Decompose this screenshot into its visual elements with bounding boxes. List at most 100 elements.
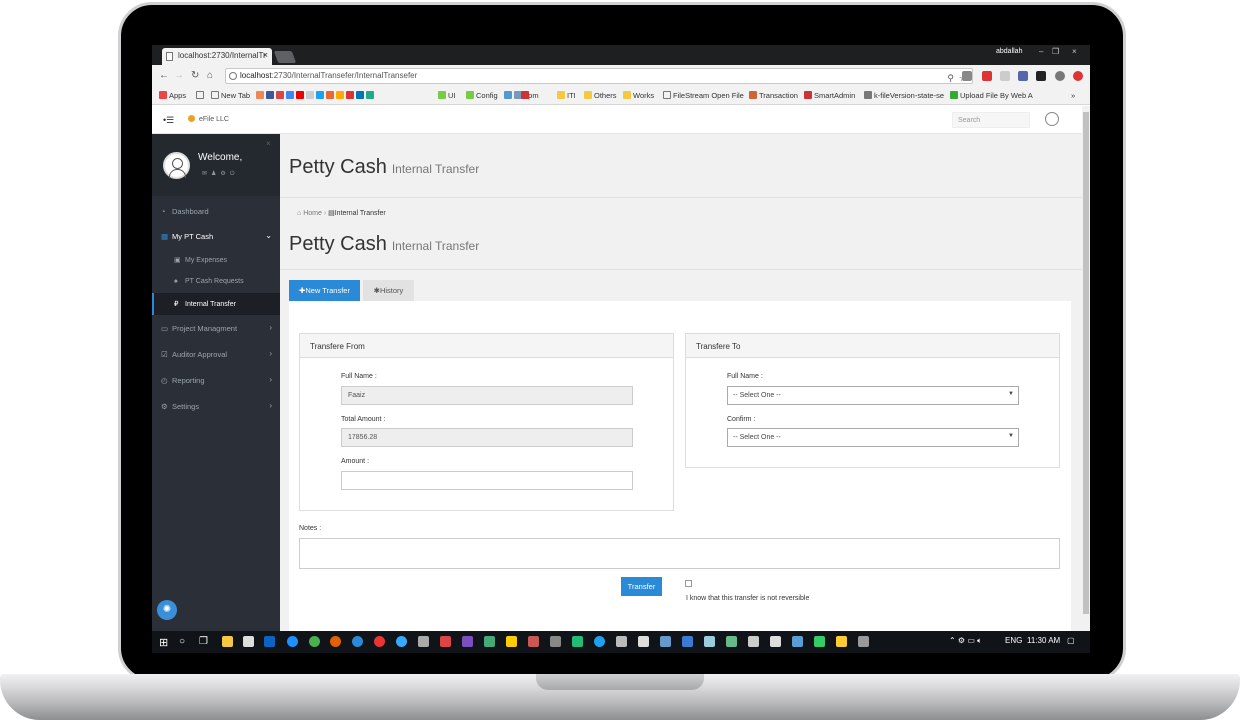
url-input[interactable]: localhost:2730/InternalTransefer/Interna… [225, 68, 973, 84]
bookmark-icons[interactable] [256, 91, 376, 100]
app-icon[interactable] [550, 636, 561, 647]
extension-icon[interactable] [1000, 71, 1010, 81]
edge-icon[interactable] [287, 636, 298, 647]
sidebar-item-dashboard[interactable]: ◔ Dashboard [152, 200, 280, 222]
browser-tab[interactable]: localhost:2730/InternalTr × [162, 48, 272, 65]
windows-start-icon[interactable]: ⊞ [159, 636, 168, 649]
extension-icon[interactable] [1036, 71, 1046, 81]
bookmark-iti[interactable] [521, 91, 531, 100]
tab-close-icon[interactable]: × [263, 50, 268, 60]
app-icon[interactable] [726, 636, 737, 647]
tab-new-transfer[interactable]: ✚New Transfer [289, 280, 360, 301]
skype-icon[interactable] [594, 636, 605, 647]
bookmark-new-tab[interactable]: New Tab [211, 91, 250, 100]
sidebar-item-settings[interactable]: ⚙ Settings › [152, 395, 280, 417]
app-icon[interactable] [484, 636, 495, 647]
bookmarks-more[interactable]: » [1071, 91, 1075, 100]
tab-history[interactable]: ✱History [363, 280, 414, 301]
clock[interactable]: 11:30 AM [1027, 636, 1060, 645]
menu-toggle-icon[interactable]: •☰ [163, 115, 174, 126]
sidebar-item-reporting[interactable]: ◴ Reporting › [152, 369, 280, 391]
terminal-icon[interactable] [858, 636, 869, 647]
scrollbar-thumb[interactable] [1083, 112, 1089, 614]
sidebar-item-auditor-approval[interactable]: ☑ Auditor Approval › [152, 343, 280, 365]
task-view-icon[interactable]: ❐ [199, 636, 208, 647]
app-icon[interactable] [572, 636, 583, 647]
bookmark-config[interactable]: Config [466, 91, 498, 100]
app-icon[interactable] [660, 636, 671, 647]
app-icon[interactable] [418, 636, 429, 647]
app-icon[interactable] [352, 636, 363, 647]
minimize-icon[interactable]: – [1039, 47, 1043, 56]
from-full-name-field[interactable]: Faaiz [341, 386, 633, 405]
file-explorer-icon[interactable] [222, 636, 233, 647]
language-indicator[interactable]: ENG [1005, 636, 1022, 645]
extension-icon[interactable] [1018, 71, 1028, 81]
visual-studio-icon[interactable] [462, 636, 473, 647]
scrollbar[interactable] [1082, 106, 1090, 631]
confirm-select[interactable]: -- Select One -- ▼ [727, 428, 1019, 447]
extension-icon[interactable] [1055, 71, 1065, 81]
bookmark-iti-folder[interactable]: ITI [557, 91, 576, 100]
total-amount-field[interactable]: 17856.28 [341, 428, 633, 447]
store-icon[interactable] [243, 636, 254, 647]
home-icon[interactable]: ⌂ [207, 70, 213, 81]
transfer-button[interactable]: Transfer [621, 577, 662, 596]
close-window-icon[interactable]: × [1072, 47, 1077, 56]
app-icon[interactable] [748, 636, 759, 647]
zoom-icon[interactable]: ⚲ [947, 71, 954, 85]
search-input[interactable]: Search [952, 112, 1030, 128]
bookmark-item[interactable] [196, 91, 206, 100]
cortana-icon[interactable]: ○ [179, 636, 185, 647]
chrome-icon[interactable] [309, 636, 320, 647]
app-icon[interactable] [638, 636, 649, 647]
app-icon[interactable] [396, 636, 407, 647]
app-icon[interactable] [792, 636, 803, 647]
amount-field[interactable] [341, 471, 633, 490]
bookmark-others[interactable]: Others [584, 91, 617, 100]
extension-icon[interactable] [1073, 71, 1083, 81]
to-full-name-select[interactable]: -- Select One -- ▼ [727, 386, 1019, 405]
sidebar-item-my-expenses[interactable]: ▣ My Expenses [152, 249, 280, 271]
back-icon[interactable]: ← [159, 70, 169, 81]
reload-icon[interactable]: ↻ [191, 70, 199, 81]
avatar[interactable] [163, 152, 190, 179]
app-icon[interactable] [836, 636, 847, 647]
app-icon[interactable] [682, 636, 693, 647]
profile-action-icons[interactable]: ✉♟⚙⏻ [202, 170, 239, 178]
app-icon[interactable] [528, 636, 539, 647]
firefox-icon[interactable] [330, 636, 341, 647]
user-icon[interactable] [1045, 112, 1059, 126]
bookmark-smartadmin[interactable]: SmartAdmin [804, 91, 855, 100]
extension-icon[interactable] [962, 71, 972, 81]
sidebar-item-internal-transfer[interactable]: ₽ Internal Transfer [152, 293, 280, 315]
app-icon[interactable] [704, 636, 715, 647]
bookmark-upload[interactable]: Upload File By Web A [950, 91, 1033, 100]
close-icon[interactable]: × [266, 139, 271, 148]
app-icon[interactable] [770, 636, 781, 647]
bookmark-ui[interactable]: UI [438, 91, 456, 100]
new-tab-button[interactable] [273, 51, 297, 63]
restore-icon[interactable]: ❐ [1052, 47, 1059, 56]
opera-icon[interactable] [374, 636, 385, 647]
sidebar-item-pt-cash-requests[interactable]: ♠ PT Cash Requests [152, 271, 280, 293]
app-icon[interactable] [440, 636, 451, 647]
sticky-notes-icon[interactable] [506, 636, 517, 647]
brand[interactable]: eFile LLC [188, 115, 229, 123]
bookmark-works[interactable]: Works [623, 91, 654, 100]
tray-icons[interactable]: ⌃ ⚙ ▭ 🔈︎ [949, 636, 982, 646]
sidebar-item-project-managment[interactable]: ▭ Project Managment › [152, 317, 280, 339]
breadcrumb-home[interactable]: ⌂ Home [297, 210, 322, 217]
bookmark-filestream[interactable]: FileStream Open File [663, 91, 744, 100]
notes-textarea[interactable] [299, 538, 1060, 569]
notifications-icon[interactable]: ▢ [1067, 636, 1075, 645]
bookmark-transaction[interactable]: Transaction [749, 91, 798, 100]
acknowledge-checkbox[interactable] [685, 580, 692, 587]
opera-icon[interactable] [982, 71, 992, 81]
bug-report-icon[interactable]: ✺ [157, 600, 177, 620]
app-icon[interactable] [616, 636, 627, 647]
app-icon[interactable] [814, 636, 825, 647]
outlook-icon[interactable] [264, 636, 275, 647]
bookmark-fileversion[interactable]: k-fileVersion-state-se [864, 91, 944, 100]
forward-icon[interactable]: → [174, 70, 184, 81]
